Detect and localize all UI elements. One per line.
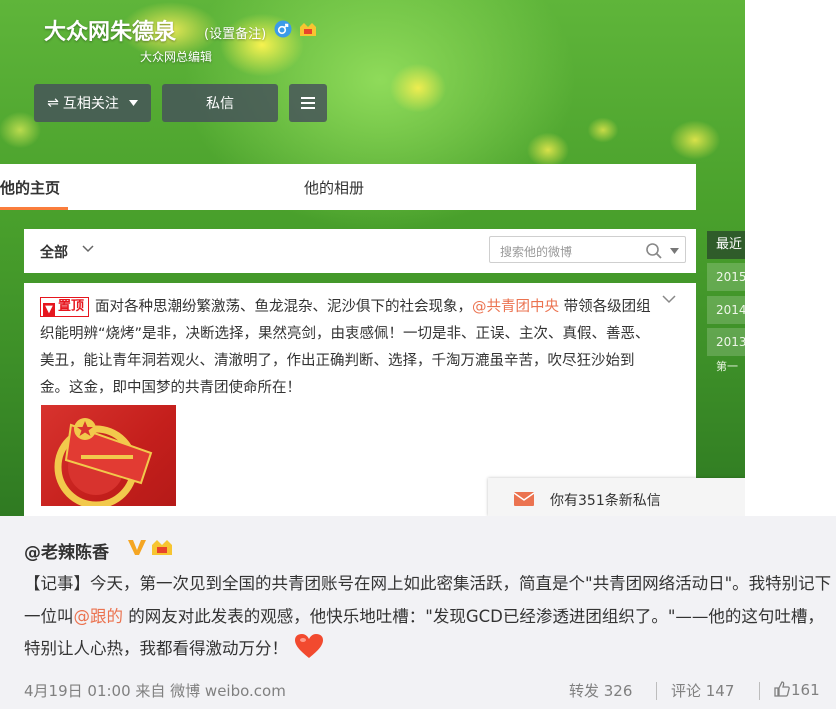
timeline-year-2014[interactable]: 2014 <box>707 296 745 324</box>
set-remark-link[interactable]: (设置备注) <box>204 23 266 42</box>
comment-text-part: 的网友对此发表的观感，他快乐地吐槽："发现GCD已经渗透进团组织了。"——他的这… <box>24 606 824 659</box>
follow-status-button[interactable]: ⇌ 互相关注 <box>34 84 151 122</box>
tab-album[interactable]: 他的相册 <box>304 177 364 198</box>
profile-title: 大众网总编辑 <box>140 50 213 64</box>
post-image[interactable] <box>41 405 176 506</box>
swap-icon: ⇌ <box>47 95 59 111</box>
notification-text: 你有351条新私信 <box>550 493 661 509</box>
pin-icon: ▼ <box>43 303 55 317</box>
male-icon <box>274 20 292 38</box>
follow-label: 互相关注 <box>62 96 119 112</box>
post-text: ▼ 置顶 面对各种思潮纷繁激荡、鱼龙混杂、泥沙俱下的社会现象，@共青团中央 带领各级… <box>40 294 660 402</box>
mail-icon <box>514 492 534 506</box>
vip-icon <box>152 540 172 555</box>
search-input[interactable]: 搜索他的微博 <box>500 243 572 260</box>
vip-icon <box>300 23 316 36</box>
mention-link[interactable]: @跟的 <box>74 607 124 626</box>
search-icon[interactable] <box>645 242 663 260</box>
profile-tabs: 他的主页 他的相册 <box>0 164 696 210</box>
feed-filter-bar: 全部 搜索他的微博 <box>24 229 696 273</box>
search-box[interactable]: 搜索他的微博 <box>489 236 686 263</box>
tab-home[interactable]: 他的主页 <box>0 177 60 198</box>
divider <box>759 682 760 700</box>
post-text-part: 面对各种思潮纷繁激荡、鱼龙混杂、泥沙俱下的社会现象， <box>95 299 473 315</box>
timeline-recent[interactable]: 最近 <box>707 231 745 259</box>
new-message-notification[interactable]: 你有351条新私信 <box>488 478 745 516</box>
timeline-year-2015[interactable]: 2015 <box>707 263 745 291</box>
divider <box>656 682 657 700</box>
timeline-year-2013[interactable]: 2013 <box>707 328 745 356</box>
like-count: 161 <box>791 681 820 699</box>
chevron-down-icon[interactable] <box>82 245 94 253</box>
filter-all-dropdown[interactable]: 全部 <box>40 242 68 262</box>
timeline-first[interactable]: 第一 <box>716 358 738 374</box>
mention-link[interactable]: @共青团中央 <box>472 299 559 315</box>
active-tab-underline <box>0 207 68 210</box>
profile-cover: 大众网朱德泉 (设置备注) 大众网总编辑 ⇌ 互相关注 私信 他的主页 他的相册… <box>0 0 745 516</box>
comment-text: 【记事】今天，第一次见到全国的共青团账号在网上如此密集活跃，简直是个"共青团网络… <box>24 568 836 666</box>
caret-down-icon <box>128 100 138 106</box>
repost-button[interactable]: 转发 326 <box>569 680 632 701</box>
thumbs-up-icon <box>774 681 790 697</box>
verified-v-icon <box>128 540 146 555</box>
chevron-down-icon[interactable] <box>662 295 676 304</box>
pinned-badge: ▼ 置顶 <box>40 297 90 317</box>
comment-card: @老辣陈香 【记事】今天，第一次见到全国的共青团账号在网上如此密集活跃，简直是个… <box>0 516 836 709</box>
hamburger-icon <box>301 97 315 109</box>
more-menu-button[interactable] <box>289 84 327 122</box>
message-button[interactable]: 私信 <box>162 84 278 122</box>
youth-league-emblem-icon <box>54 418 153 506</box>
caret-down-icon[interactable] <box>670 248 679 254</box>
profile-name: 大众网朱德泉 <box>44 20 177 45</box>
heart-emoji-icon <box>295 634 323 658</box>
comment-author[interactable]: @老辣陈香 <box>24 538 109 563</box>
comment-button[interactable]: 评论 147 <box>671 680 734 701</box>
like-button[interactable]: 161 <box>773 680 820 699</box>
post-meta: 4月19日 01:00 来自 微博 weibo.com <box>24 682 286 700</box>
